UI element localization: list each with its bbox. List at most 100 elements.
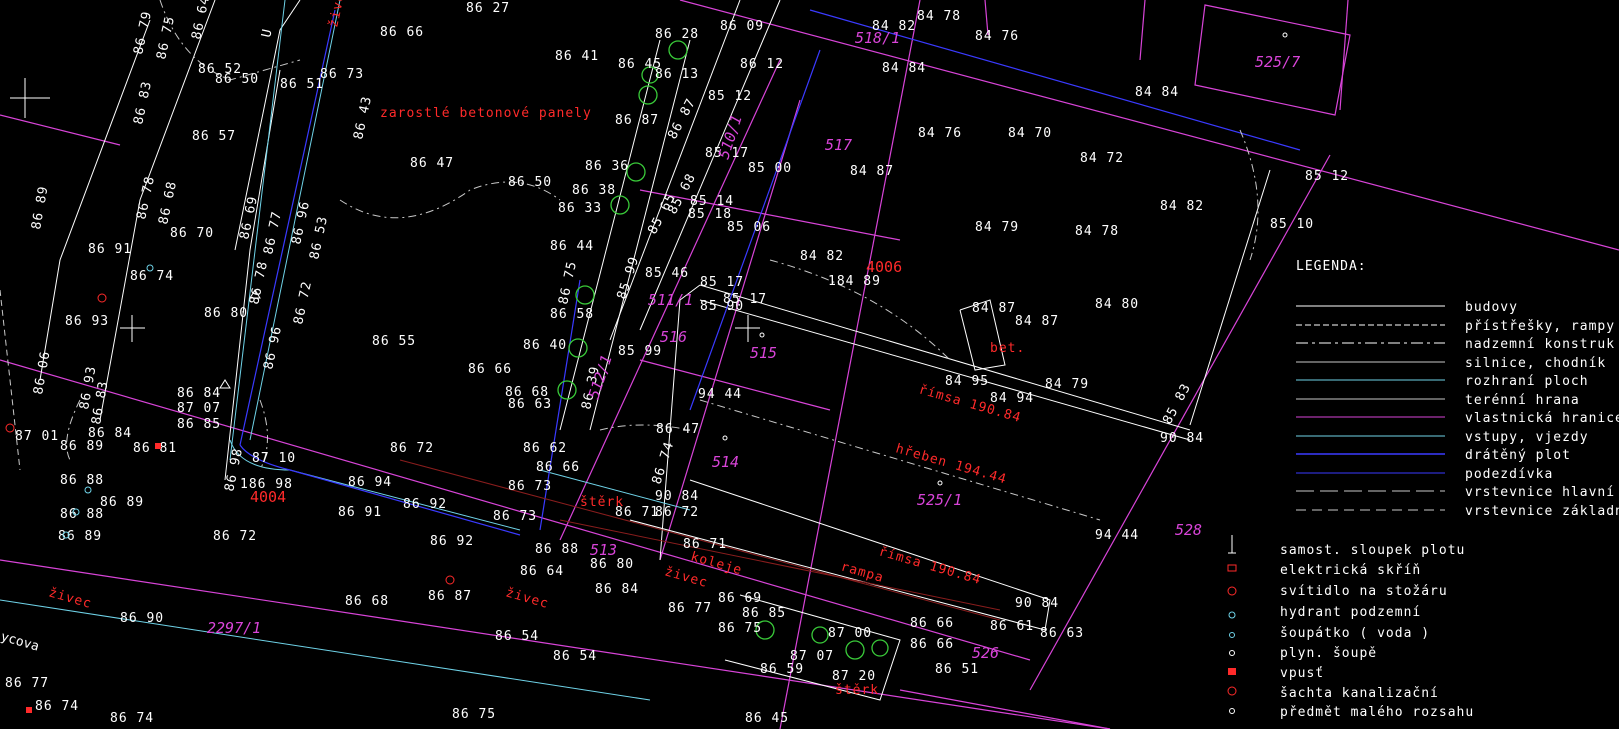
elevation-label: 86 66 bbox=[380, 25, 424, 40]
legend-symbol-item: šachta kanalizační bbox=[1280, 686, 1439, 701]
legend-item: vrstevnice základní bbox=[1465, 504, 1619, 519]
elevation-label: 86 47 bbox=[410, 156, 454, 171]
elevation-label: 84 80 bbox=[1095, 297, 1139, 312]
elevation-label: 85 90 bbox=[700, 299, 744, 314]
elevation-label: 86 74 bbox=[35, 699, 79, 714]
hydrant-icon bbox=[1228, 611, 1236, 619]
legend-symbol-item: plyn. šoupě bbox=[1280, 646, 1377, 661]
elevation-label: 184 89 bbox=[828, 274, 881, 289]
elevation-label: 86 54 bbox=[553, 649, 597, 664]
legend-symbol-item: hydrant podzemní bbox=[1280, 605, 1421, 620]
parcel-number: 528 bbox=[1175, 521, 1202, 539]
small-object-icon bbox=[722, 435, 728, 441]
elevation-label: 85 17 bbox=[700, 275, 744, 290]
legend-item: rozhraní ploch bbox=[1465, 374, 1589, 389]
elevation-label: 86 50 bbox=[215, 72, 259, 87]
elevation-label: 86 63 bbox=[1040, 626, 1084, 641]
annotation-text: živec bbox=[326, 0, 350, 29]
elevation-label: 85 99 bbox=[615, 255, 643, 302]
elevation-label: 86 68 bbox=[156, 180, 180, 226]
elevation-label: 86 66 bbox=[468, 362, 512, 377]
elevation-label: 86 51 bbox=[280, 77, 324, 92]
elevation-label: 86 88 bbox=[60, 473, 104, 488]
elevation-label: 86 55 bbox=[372, 334, 416, 349]
elevation-label: 86 72 bbox=[390, 441, 434, 456]
legend-symbol-item: svítidlo na stožáru bbox=[1280, 584, 1448, 599]
elevation-label: 86 61 bbox=[990, 619, 1034, 634]
elevation-label: 86 58 bbox=[550, 307, 594, 322]
legend-symbol-samples bbox=[1227, 535, 1237, 714]
legend-item: drátěný plot bbox=[1465, 448, 1571, 463]
elevation-label: 86 72 bbox=[655, 505, 699, 520]
elevation-label: 86 70 bbox=[170, 226, 214, 241]
legend-symbol-item: elektrická skříň bbox=[1280, 563, 1421, 578]
elevation-label: 86 90 bbox=[120, 611, 164, 626]
annotation-text: štěrk bbox=[580, 495, 624, 510]
elevation-label: 86 75 bbox=[718, 621, 762, 636]
elevation-label: 86 69 bbox=[718, 591, 762, 606]
annotation-text: štěrk bbox=[835, 683, 879, 698]
elevation-label: 86 36 bbox=[585, 159, 629, 174]
elevation-label: 86 43 bbox=[351, 95, 375, 141]
lamp-post-icon bbox=[1227, 586, 1237, 596]
elevation-label: 86 53 bbox=[307, 215, 331, 261]
elevation-label: 86 94 bbox=[348, 475, 392, 490]
legend-symbol-item: šoupátko ( voda ) bbox=[1280, 626, 1430, 641]
legend-item: silnice, chodník bbox=[1465, 356, 1606, 371]
elevation-label: 85 46 bbox=[645, 266, 689, 281]
annotation-text: živec bbox=[504, 585, 551, 612]
elevation-label: 86 57 bbox=[192, 129, 236, 144]
annotation-text: římsa 190.84 bbox=[877, 544, 983, 588]
parcel-number: 511/1 bbox=[648, 291, 693, 309]
elevation-label: 86 73 bbox=[508, 479, 552, 494]
elevation-label: 86 28 bbox=[655, 27, 699, 42]
elevation-label: 85 06 bbox=[727, 220, 771, 235]
elevation-label: 84 87 bbox=[850, 164, 894, 179]
parcel-number: 525/1 bbox=[917, 491, 962, 509]
elevation-label: 86 66 bbox=[910, 616, 954, 631]
elevation-label: 85 99 bbox=[618, 344, 662, 359]
elevation-label: 86 88 bbox=[535, 542, 579, 557]
legend-item: vrstevnice hlavní bbox=[1465, 485, 1615, 500]
annotation-text: zarostlé betonové panely bbox=[380, 106, 592, 121]
elevation-label: 87 07 bbox=[177, 401, 221, 416]
survey-map-canvas[interactable]: 86 27 86 66 86 41 86 45 86 28 86 13 86 0… bbox=[0, 0, 1619, 729]
tree-icon bbox=[610, 195, 630, 215]
elevation-label: 86 85 bbox=[177, 417, 221, 432]
elevation-label: 85 12 bbox=[1305, 169, 1349, 184]
elevation-label: 86 74 bbox=[130, 269, 174, 284]
elevation-label: 84 82 bbox=[800, 249, 844, 264]
elevation-label: 86 78 bbox=[134, 175, 158, 221]
gas-valve-icon bbox=[1229, 650, 1235, 656]
lamp-post-icon bbox=[97, 293, 107, 303]
elevation-label: 86 72 bbox=[213, 529, 257, 544]
elevation-label: 86 79 bbox=[131, 10, 155, 56]
elevation-label: 86 64 bbox=[189, 0, 213, 41]
legend-item: nadzemní konstruk bbox=[1465, 337, 1615, 352]
elevation-label: 84 79 bbox=[975, 220, 1019, 235]
elevation-label: 90 84 bbox=[1160, 431, 1204, 446]
elevation-label: 86 09 bbox=[720, 19, 764, 34]
legend-item: přístřešky, rampy bbox=[1465, 319, 1615, 334]
elevation-label: 84 72 bbox=[1080, 151, 1124, 166]
legend-item: vlastnická hranice bbox=[1465, 411, 1619, 426]
elevation-label: 86 92 bbox=[430, 534, 474, 549]
parcel-number: 513 bbox=[590, 541, 617, 559]
elevation-label: 86 96 bbox=[289, 200, 313, 246]
legend-item: podezdívka bbox=[1465, 467, 1553, 482]
tree-icon bbox=[557, 380, 577, 400]
elevation-label: 85 00 bbox=[748, 161, 792, 176]
legend-line-samples bbox=[1296, 305, 1445, 511]
elevation-label: 86 89 bbox=[29, 185, 51, 231]
tree-icon bbox=[568, 338, 588, 358]
drain-icon bbox=[155, 443, 161, 449]
annotation-text: bet. bbox=[990, 341, 1025, 356]
elevation-label: 86 64 bbox=[520, 564, 564, 579]
legend-item: vstupy, vjezdy bbox=[1465, 430, 1589, 445]
elevation-label: 86 78 bbox=[247, 260, 271, 306]
parcel-number: 516 bbox=[660, 328, 687, 346]
street-letter: U bbox=[259, 28, 275, 39]
parcel-number: 2297/1 bbox=[207, 619, 261, 637]
valve-icon bbox=[1229, 632, 1235, 638]
drain-icon bbox=[1228, 668, 1236, 675]
